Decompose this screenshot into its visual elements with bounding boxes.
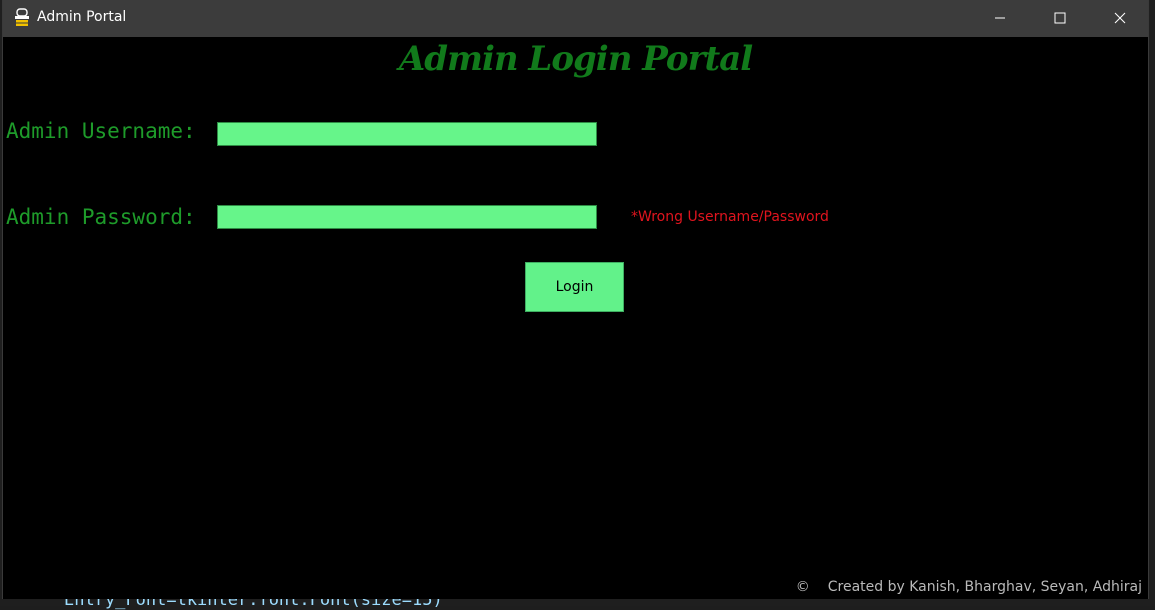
copyright-symbol: ©	[795, 579, 810, 595]
title-bar[interactable]: Admin Portal	[3, 0, 1148, 37]
error-message: *Wrong Username/Password	[631, 209, 829, 225]
window-title: Admin Portal	[37, 9, 127, 25]
password-label: Admin Password:	[6, 205, 196, 229]
close-icon	[1114, 9, 1126, 28]
admin-portal-window: Admin Portal Admin Login Portal Admin Us…	[2, 0, 1149, 599]
maximize-button[interactable]	[1037, 0, 1083, 37]
minimize-button[interactable]	[977, 0, 1023, 37]
minimize-icon	[994, 9, 1006, 28]
maximize-icon	[1054, 9, 1066, 28]
close-button[interactable]	[1097, 0, 1143, 37]
login-button-label: Login	[555, 279, 594, 295]
page-title: Admin Login Portal	[398, 39, 753, 79]
app-feather-icon	[14, 8, 30, 28]
password-input[interactable]	[217, 205, 597, 229]
login-button[interactable]: Login	[525, 262, 624, 312]
login-form-area: Admin Login Portal Admin Username: Admin…	[3, 37, 1148, 599]
username-label: Admin Username:	[6, 119, 196, 143]
credits-footer: © Created by Kanish, Bharghav, Seyan, Adh…	[796, 579, 1142, 595]
credits-text: Created by Kanish, Bharghav, Seyan, Adhi…	[827, 579, 1142, 595]
username-input[interactable]	[217, 122, 597, 146]
